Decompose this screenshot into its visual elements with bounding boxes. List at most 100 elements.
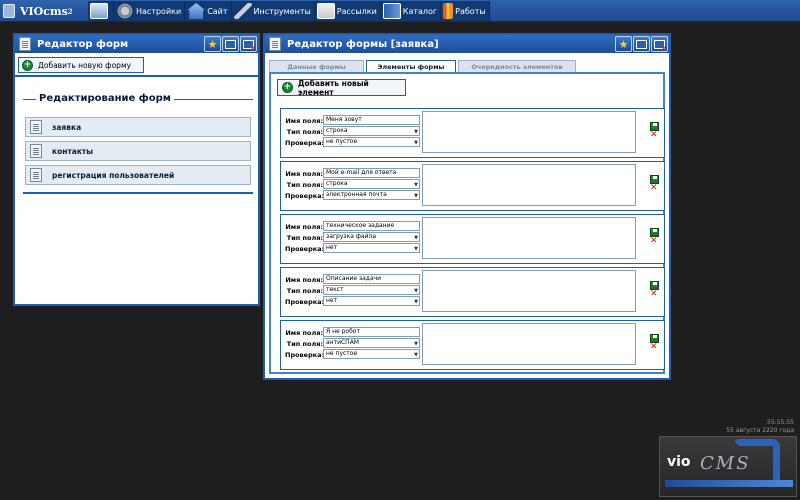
add-form-label: Добавить новую форму (38, 60, 132, 70)
field-name-input[interactable]: Мой e-mail для ответа (323, 168, 420, 178)
form-item[interactable]: контакты (25, 141, 251, 161)
menu-item-settings[interactable]: Настройки (114, 1, 186, 21)
form-fields-editor-window: Редактор формы [заявка] ★ Данные формы Э… (263, 33, 671, 380)
delete-icon[interactable]: ✕ (650, 131, 660, 140)
check-label: Проверка: (285, 139, 325, 147)
save-icon[interactable] (650, 175, 659, 184)
field-check-select[interactable]: нет (323, 296, 420, 306)
logo-superscript: 2 (67, 6, 73, 16)
field-type-select[interactable]: строка (323, 126, 420, 136)
field-name-input[interactable]: Описание задачи (323, 274, 420, 284)
window-buttons: ★ (204, 36, 257, 53)
section-title: Редактирование форм (36, 93, 174, 104)
menu-label: Инструменты (253, 6, 311, 16)
delete-icon[interactable]: ✕ (650, 343, 660, 352)
field-check-select[interactable]: не пустое (323, 137, 420, 147)
field-type-select[interactable]: строка (323, 179, 420, 189)
field-type-select[interactable]: текст (323, 285, 420, 295)
tab-panel: + Добавить новый элемент Имя поля: Тип п… (269, 72, 665, 374)
save-icon[interactable] (650, 334, 659, 343)
minimize-button[interactable] (222, 36, 239, 52)
menu-label: Рассылки (336, 6, 377, 16)
form-item[interactable]: регистрация пользователей (25, 165, 251, 185)
save-icon[interactable] (650, 228, 659, 237)
taskbar: VIOcms 2 Настройки Сайт Инструменты Рассы… (0, 0, 800, 22)
field-options-textarea[interactable] (422, 323, 636, 365)
app-logo[interactable]: VIOcms 2 (3, 2, 73, 20)
element-row: Имя поля: Тип поля: Проверка: Я не робот… (280, 320, 665, 370)
menu-item-catalog[interactable]: Каталог (381, 1, 442, 21)
type-label: Тип поля: (286, 287, 323, 295)
type-label: Тип поля: (286, 234, 323, 242)
logo-bar (665, 480, 793, 487)
window-titlebar[interactable]: Редактор форм ★ (15, 35, 258, 53)
save-icon[interactable] (650, 281, 659, 290)
name-label: Имя поля: (285, 276, 323, 284)
favorite-button[interactable]: ★ (204, 36, 221, 52)
star-icon: ★ (207, 37, 218, 51)
menu-item-mailings[interactable]: Рассылки (315, 1, 381, 21)
element-row: Имя поля: Тип поля: Проверка: техническо… (280, 214, 665, 264)
delete-icon[interactable]: ✕ (650, 237, 660, 246)
field-name-input[interactable]: Меня зовут (323, 115, 420, 125)
lock-icon (3, 4, 15, 18)
window-title: Редактор формы [заявка] (287, 38, 439, 50)
form-item[interactable]: заявка (25, 117, 251, 137)
menu-item-tools[interactable]: Инструменты (232, 1, 315, 21)
logo-text: VIOcms (20, 4, 68, 18)
field-type-select[interactable]: антиСПАМ (323, 338, 420, 348)
row-actions: ✕ (650, 175, 660, 193)
form-item-label: контакты (52, 146, 94, 156)
minimize-button[interactable] (633, 36, 650, 52)
check-label: Проверка: (285, 298, 325, 306)
form-editor-window: Редактор форм ★ + Добавить новую форму Р… (13, 33, 260, 306)
name-label: Имя поля: (285, 329, 323, 337)
delete-icon[interactable]: ✕ (650, 184, 660, 193)
menu-item-windows[interactable] (88, 1, 114, 21)
tab-form-data[interactable]: Данные формы (269, 60, 364, 72)
window-titlebar[interactable]: Редактор формы [заявка] ★ (265, 35, 669, 53)
name-label: Имя поля: (285, 170, 323, 178)
house-icon (187, 3, 206, 19)
field-check-select[interactable]: нет (323, 243, 420, 253)
book-icon (382, 3, 401, 19)
work-icon (443, 3, 454, 19)
close-button[interactable] (651, 36, 668, 53)
plus-icon: + (282, 82, 293, 93)
document-icon (30, 144, 42, 158)
field-name-input[interactable]: Я не робот (323, 327, 420, 337)
document-icon (19, 37, 31, 51)
menu-item-site[interactable]: Сайт (185, 1, 232, 21)
clock-date: 55 августа 2220 года (726, 427, 794, 434)
save-icon[interactable] (650, 122, 659, 131)
tab-element-order[interactable]: Очередность элементов (458, 60, 576, 72)
field-check-select[interactable]: электронная почта (323, 190, 420, 200)
field-name-input[interactable]: техническое задание (323, 221, 420, 231)
menu-label: Каталог (402, 6, 438, 16)
add-element-button[interactable]: + Добавить новый элемент (277, 78, 406, 97)
element-list: Имя поля: Тип поля: Проверка: Меня зовут… (280, 108, 665, 373)
field-options-textarea[interactable] (422, 217, 636, 259)
field-check-select[interactable]: не пустое (323, 349, 420, 359)
star-icon: ★ (618, 37, 629, 51)
field-options-textarea[interactable] (422, 164, 636, 206)
tools-icon (233, 3, 252, 19)
document-icon (30, 168, 42, 182)
logo-cms-text: CMS (700, 453, 751, 474)
name-label: Имя поля: (285, 223, 323, 231)
add-form-button[interactable]: + Добавить новую форму (18, 57, 144, 73)
delete-icon[interactable]: ✕ (650, 290, 660, 299)
brand-logo: vio CMS (659, 436, 797, 497)
menu-item-works[interactable]: Работы (441, 1, 490, 21)
close-button[interactable] (240, 36, 257, 53)
divider (15, 75, 258, 77)
tab-form-elements[interactable]: Элементы формы (366, 60, 456, 72)
field-options-textarea[interactable] (422, 111, 636, 153)
document-icon (269, 37, 281, 51)
field-options-textarea[interactable] (422, 270, 636, 312)
window-icon (90, 3, 108, 19)
add-element-label: Добавить новый элемент (297, 78, 369, 97)
favorite-button[interactable]: ★ (615, 36, 632, 52)
field-type-select[interactable]: загрузка файла (323, 232, 420, 242)
gear-icon (116, 3, 134, 19)
